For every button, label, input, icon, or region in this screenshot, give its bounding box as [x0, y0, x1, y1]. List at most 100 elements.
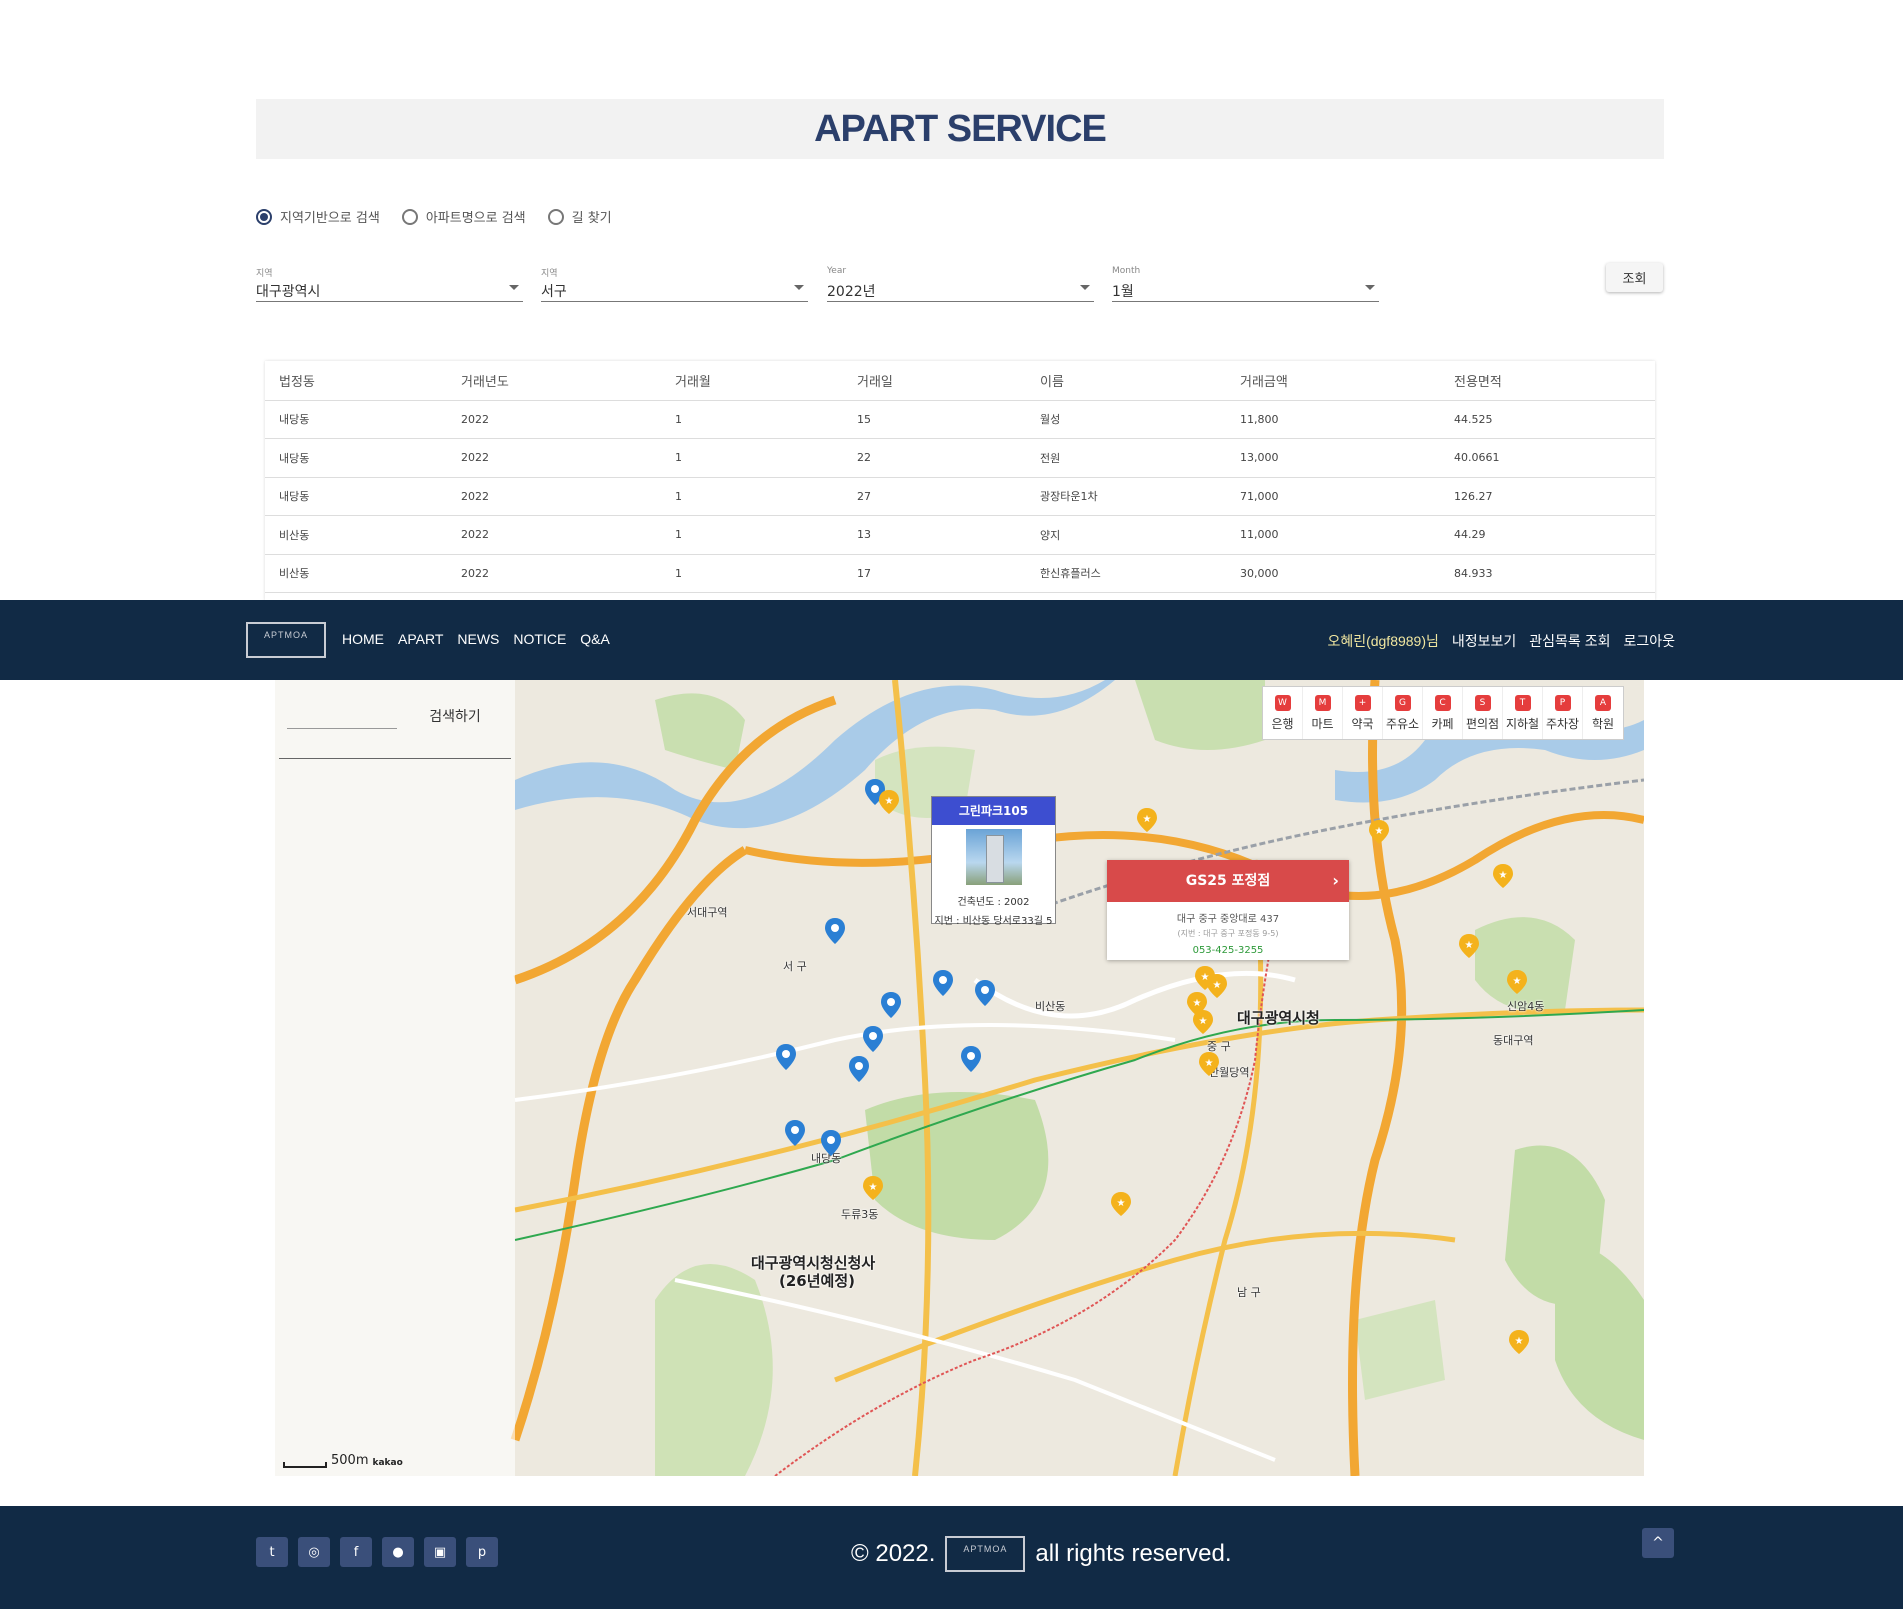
store-marker-icon[interactable]: ★: [1137, 808, 1157, 832]
category-label: 카페: [1431, 716, 1454, 731]
radio-directions[interactable]: 길 찾기: [547, 207, 612, 226]
table-row[interactable]: 내당동 2022 1 27 광장타운1차 71,000 126.27: [265, 477, 1655, 516]
category-convenience-store[interactable]: S 편의점: [1463, 687, 1503, 739]
nav-news[interactable]: NEWS: [457, 631, 499, 647]
svg-text:★: ★: [1143, 814, 1152, 825]
facebook-icon[interactable]: f: [340, 1537, 372, 1567]
apartment-marker-icon[interactable]: [863, 1026, 883, 1052]
navbar: APTMOA HOME APART NEWS NOTICE Q&A 오혜린(dg…: [0, 600, 1903, 680]
nav-favorites[interactable]: 관심목록 조회: [1529, 631, 1610, 651]
month-select-value: 1월: [1112, 284, 1134, 300]
nav-apart[interactable]: APART: [398, 631, 443, 647]
apartment-info-window[interactable]: 그린파크105 건축년도 : 2002 지번 : 비산동 당서로33길 5: [931, 796, 1056, 927]
radio-region-search[interactable]: 지역기반으로 검색: [256, 207, 380, 226]
navbar-logo[interactable]: APTMOA: [246, 622, 326, 658]
map-view[interactable]: 검색하기 W 은행 M 마트 + 약국 G 주유소 C 카페 S 편의점 T 지하철 P 주차장…: [275, 680, 1644, 1476]
apartment-marker-icon[interactable]: [776, 1044, 796, 1070]
store-phone[interactable]: 053-425-3255: [1107, 945, 1349, 956]
cafe-icon: C: [1434, 694, 1451, 711]
nav-my-info[interactable]: 내정보보기: [1452, 631, 1516, 651]
table-row[interactable]: 내당동 2022 1 15 월성 11,800 44.525: [265, 400, 1655, 439]
store-icon: S: [1474, 694, 1491, 711]
table-row[interactable]: 비산동 2022 1 17 한신휴플러스 30,000 84.933: [265, 554, 1655, 593]
title-banner: APART SERVICE: [256, 99, 1664, 159]
table-cell: 전원: [1026, 438, 1226, 478]
nav-user-menu: 오혜린(dgf8989)님 내정보보기 관심목록 조회 로그아웃: [1327, 631, 1675, 651]
store-marker-icon[interactable]: ★: [1509, 1330, 1529, 1354]
store-info-header[interactable]: GS25 포정점 ›: [1107, 860, 1349, 902]
scale-bar: [283, 1462, 327, 1468]
gas-icon: G: [1394, 694, 1411, 711]
apartment-marker-icon[interactable]: [825, 918, 845, 944]
pinterest-icon[interactable]: p: [466, 1537, 498, 1567]
nav-qna[interactable]: Q&A: [580, 631, 610, 647]
table-cell: 1: [661, 400, 843, 439]
store-marker-icon[interactable]: ★: [1493, 864, 1513, 888]
table-row[interactable]: 내당동 2022 1 22 전원 13,000 40.0661: [265, 438, 1655, 478]
apartment-marker-icon[interactable]: [821, 1130, 841, 1156]
category-parking[interactable]: P 주차장: [1543, 687, 1583, 739]
apartment-info-title: 그린파크105: [932, 797, 1055, 825]
district-select[interactable]: 지역 서구: [541, 266, 808, 302]
month-select[interactable]: Month 1월: [1112, 266, 1379, 302]
submit-button[interactable]: 조회: [1606, 263, 1663, 292]
year-select[interactable]: Year 2022년: [827, 266, 1094, 302]
twitter-icon[interactable]: t: [256, 1537, 288, 1567]
radio-apartment-name-search[interactable]: 아파트명으로 검색: [401, 207, 526, 226]
store-marker-icon[interactable]: ★: [863, 1176, 883, 1200]
store-name: GS25 포정점: [1185, 873, 1271, 889]
category-gas-station[interactable]: G 주유소: [1383, 687, 1423, 739]
store-marker-icon[interactable]: ★: [1193, 1010, 1213, 1034]
store-marker-icon[interactable]: ★: [1369, 820, 1389, 844]
column-header: 거래일: [843, 361, 1026, 401]
apartment-marker-icon[interactable]: [849, 1056, 869, 1082]
category-academy[interactable]: A 학원: [1583, 687, 1623, 739]
deal-table: 법정동 거래년도 거래월 거래일 이름 거래금액 전용면적 내당동 2022 1…: [265, 361, 1655, 601]
store-marker-icon[interactable]: ★: [1111, 1192, 1131, 1216]
apartment-marker-icon[interactable]: [881, 992, 901, 1018]
category-cafe[interactable]: C 카페: [1423, 687, 1463, 739]
store-info-window[interactable]: GS25 포정점 › 대구 중구 중앙대로 437 (지번 : 대구 중구 포정…: [1107, 860, 1349, 960]
nav-links: HOME APART NEWS NOTICE Q&A: [342, 631, 610, 647]
apartment-marker-icon[interactable]: [975, 980, 995, 1006]
copyright-prefix: © 2022.: [851, 1540, 936, 1567]
nav-notice[interactable]: NOTICE: [513, 631, 566, 647]
store-marker-icon[interactable]: ★: [879, 790, 899, 814]
city-select-label: 지역: [256, 269, 273, 279]
table-cell: 내당동: [265, 477, 447, 516]
chevron-right-icon[interactable]: ›: [1332, 860, 1339, 902]
store-marker-icon[interactable]: ★: [1199, 1052, 1219, 1076]
category-pharmacy[interactable]: + 약국: [1343, 687, 1383, 739]
map-search-button[interactable]: 검색하기: [405, 700, 505, 732]
category-bank[interactable]: W 은행: [1263, 687, 1303, 739]
map-label: 비산동: [1035, 1000, 1066, 1013]
column-header: 거래년도: [447, 361, 661, 401]
category-subway[interactable]: T 지하철: [1503, 687, 1543, 739]
apartment-marker-icon[interactable]: [961, 1046, 981, 1072]
reddit-icon[interactable]: ●: [382, 1537, 414, 1567]
city-select[interactable]: 지역 대구광역시: [256, 266, 523, 302]
discord-icon[interactable]: ▣: [424, 1537, 456, 1567]
nav-home[interactable]: HOME: [342, 631, 384, 647]
category-label: 마트: [1311, 716, 1334, 731]
table-cell: 11,800: [1226, 400, 1440, 439]
table-row[interactable]: 비산동 2022 1 13 양지 11,000 44.29: [265, 515, 1655, 555]
instagram-icon[interactable]: ◎: [298, 1537, 330, 1567]
category-bar: W 은행 M 마트 + 약국 G 주유소 C 카페 S 편의점 T 지하철 P 주차장 A 학원: [1262, 686, 1624, 740]
apartment-marker-icon[interactable]: [933, 970, 953, 996]
nav-logout[interactable]: 로그아웃: [1623, 631, 1675, 651]
apartment-built-year: 건축년도 : 2002: [957, 897, 1030, 908]
map-side-panel: 검색하기: [275, 680, 515, 1476]
apartment-marker-icon[interactable]: [785, 1120, 805, 1146]
store-marker-icon[interactable]: ★: [1459, 934, 1479, 958]
svg-text:★: ★: [1375, 826, 1384, 837]
scale-label: 500m: [331, 1453, 369, 1468]
category-mart[interactable]: M 마트: [1303, 687, 1343, 739]
user-name: 오혜린(dgf8989)님: [1327, 633, 1439, 649]
side-search-input[interactable]: [287, 728, 397, 729]
store-marker-icon[interactable]: ★: [1507, 970, 1527, 994]
store-marker-icon[interactable]: ★: [1207, 974, 1227, 998]
table-cell: 44.29: [1440, 515, 1655, 555]
scroll-top-button[interactable]: ^: [1642, 1528, 1674, 1558]
table-cell: 1: [661, 438, 843, 478]
